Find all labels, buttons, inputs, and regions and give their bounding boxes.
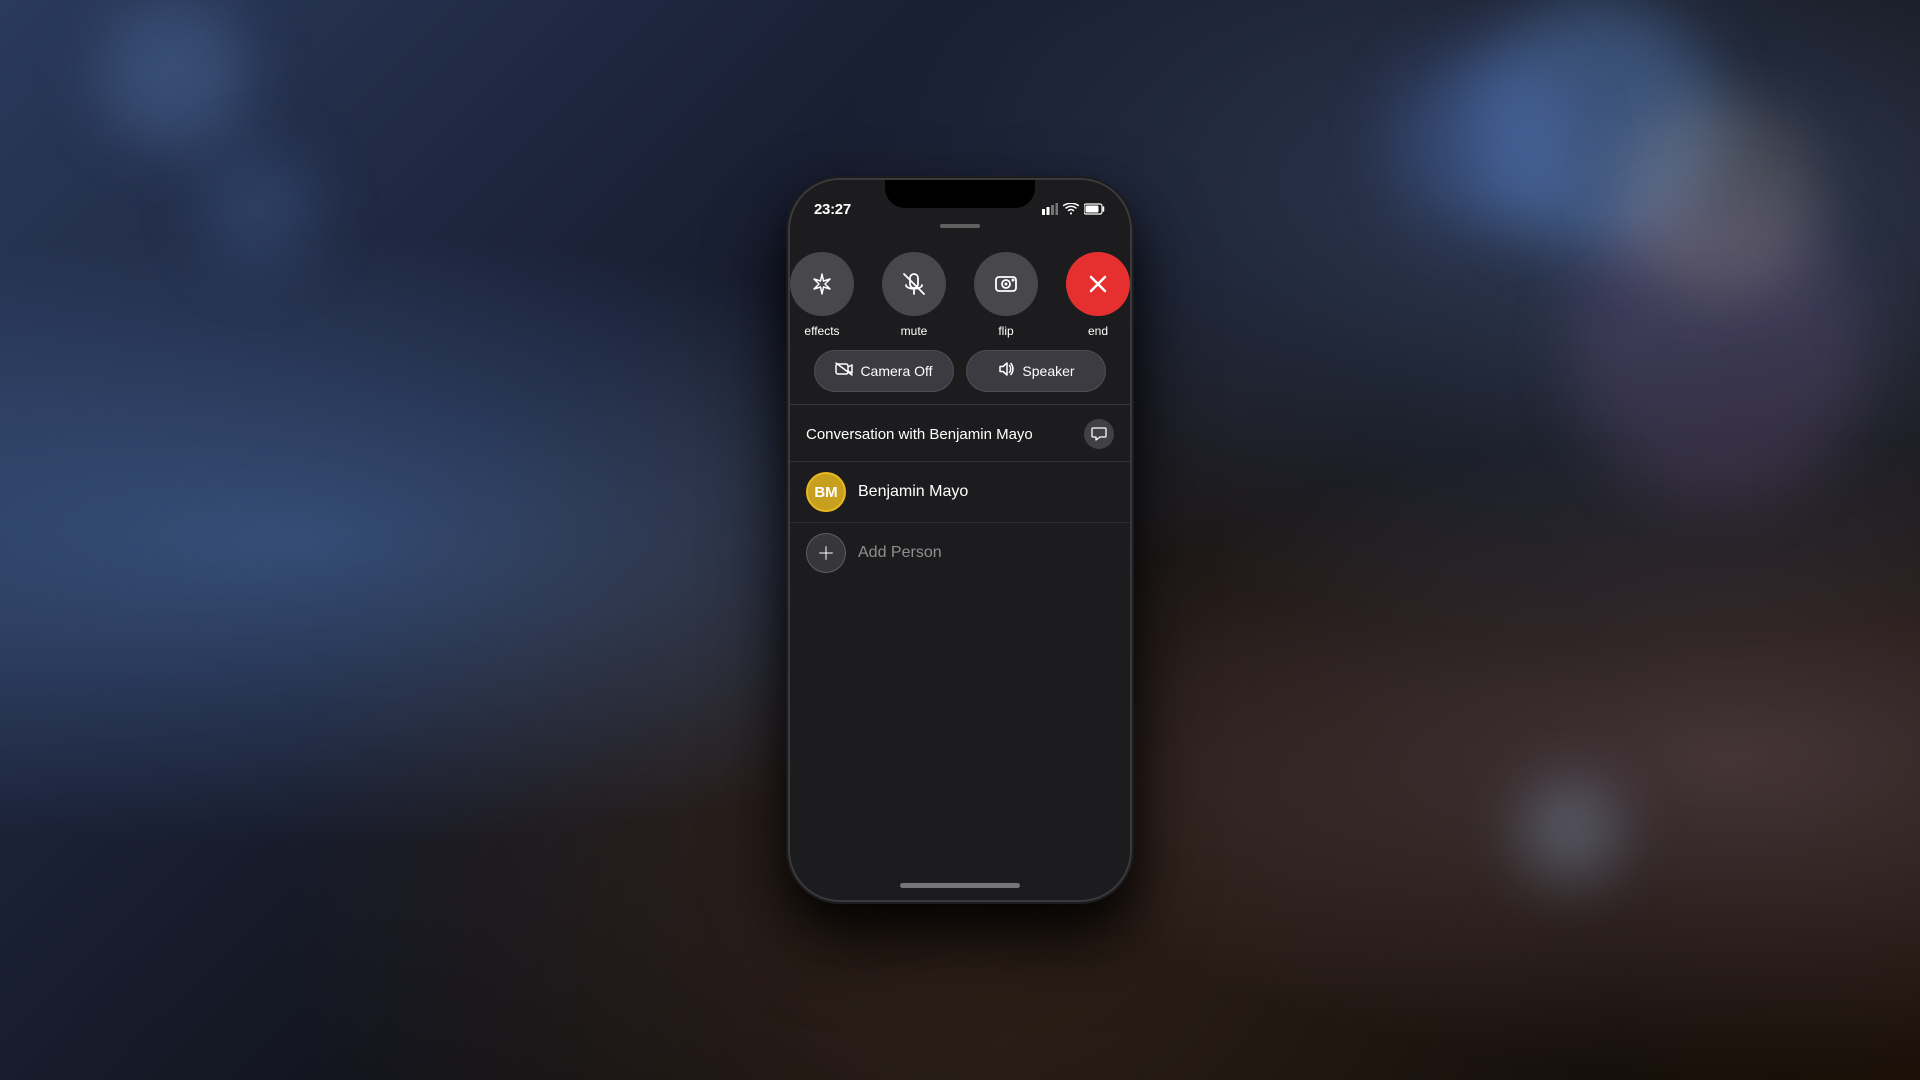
iphone-device: 23:27 bbox=[790, 180, 1130, 900]
contact-list: BM Benjamin Mayo Add Person bbox=[790, 462, 1130, 583]
add-person-icon bbox=[806, 533, 846, 573]
contact-item[interactable]: BM Benjamin Mayo bbox=[790, 462, 1130, 523]
flip-label: flip bbox=[998, 324, 1013, 338]
flip-button[interactable]: flip bbox=[974, 252, 1038, 338]
bokeh-6 bbox=[200, 150, 320, 270]
bokeh-7 bbox=[1520, 780, 1620, 880]
conversation-title: Conversation with Benjamin Mayo bbox=[806, 426, 1033, 443]
mute-label: mute bbox=[901, 324, 928, 338]
call-controls: effects mute bbox=[790, 236, 1130, 346]
end-button[interactable]: end bbox=[1066, 252, 1130, 338]
camera-off-button[interactable]: Camera Off bbox=[814, 350, 954, 392]
wifi-icon bbox=[1063, 203, 1079, 218]
secondary-controls: Camera Off Speaker bbox=[790, 346, 1130, 404]
phone-content: effects mute bbox=[790, 236, 1130, 900]
home-indicator bbox=[790, 870, 1130, 900]
status-icons bbox=[1042, 203, 1106, 218]
camera-off-icon bbox=[835, 362, 853, 381]
drag-indicator bbox=[940, 224, 980, 228]
mute-button[interactable]: mute bbox=[882, 252, 946, 338]
effects-label: effects bbox=[804, 324, 839, 338]
bokeh-5 bbox=[100, 0, 250, 150]
bokeh-4 bbox=[1620, 100, 1820, 300]
message-button[interactable] bbox=[1084, 419, 1114, 449]
speaker-label: Speaker bbox=[1022, 363, 1074, 379]
phone-screen: 23:27 bbox=[790, 180, 1130, 900]
battery-icon bbox=[1084, 203, 1106, 218]
effects-button[interactable]: effects bbox=[790, 252, 854, 338]
home-bar bbox=[900, 883, 1020, 888]
signal-icon bbox=[1042, 203, 1058, 218]
contact-initials: BM bbox=[814, 484, 837, 501]
contact-avatar: BM bbox=[806, 472, 846, 512]
mute-icon-circle bbox=[882, 252, 946, 316]
speaker-icon bbox=[997, 361, 1015, 382]
speaker-button[interactable]: Speaker bbox=[966, 350, 1106, 392]
camera-off-label: Camera Off bbox=[860, 363, 932, 379]
conversation-section: Conversation with Benjamin Mayo BM bbox=[790, 405, 1130, 870]
contact-name: Benjamin Mayo bbox=[858, 483, 968, 501]
end-icon-circle bbox=[1066, 252, 1130, 316]
flip-icon-circle bbox=[974, 252, 1038, 316]
end-label: end bbox=[1088, 324, 1108, 338]
status-time: 23:27 bbox=[814, 201, 851, 218]
notch bbox=[885, 180, 1035, 208]
conversation-header: Conversation with Benjamin Mayo bbox=[790, 405, 1130, 462]
bokeh-2 bbox=[1390, 50, 1570, 230]
add-person-label: Add Person bbox=[858, 544, 942, 562]
add-person-item[interactable]: Add Person bbox=[790, 523, 1130, 583]
effects-icon-circle bbox=[790, 252, 854, 316]
phone-wrapper: 23:27 bbox=[790, 180, 1130, 900]
